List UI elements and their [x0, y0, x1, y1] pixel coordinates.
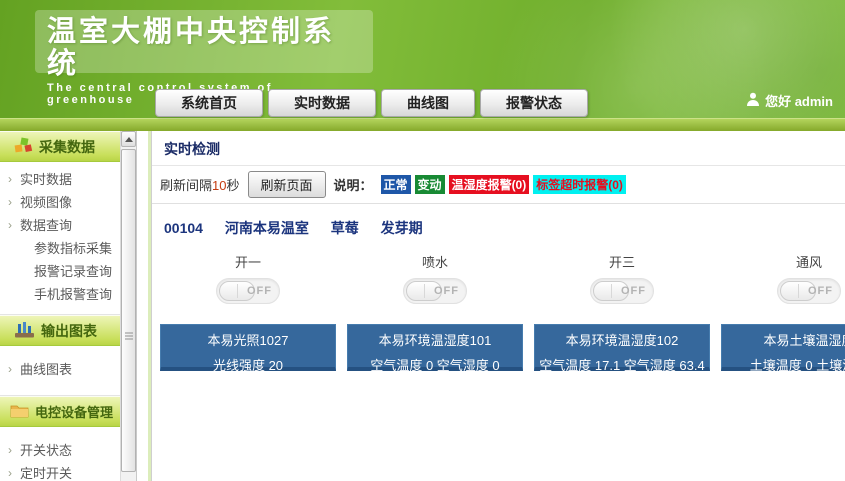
switch-label: 通风 — [796, 252, 822, 271]
sidebar-header-collect-data[interactable]: 采集数据 — [0, 131, 120, 162]
greenhouse-stage: 发芽期 — [381, 220, 423, 236]
header-divider-bar — [0, 118, 845, 131]
toggle-open-1[interactable]: OFF — [216, 278, 280, 304]
sidebar-header-label: 电控设备管理 — [35, 402, 113, 421]
content-title-row: 实时检测 — [152, 131, 845, 166]
user-greeting-text: 您好 admin — [765, 91, 833, 110]
scroll-up-button[interactable] — [121, 131, 136, 147]
sidebar-header-device-mgmt[interactable]: 电控设备管理 — [0, 396, 120, 427]
toggle-ventilation[interactable]: OFF — [777, 278, 841, 304]
switch-open-3: 开三 OFF — [534, 252, 710, 304]
tab-realtime-data[interactable]: 实时数据 — [268, 89, 376, 117]
sidebar-item-data-query[interactable]: 数据查询 — [0, 214, 120, 237]
refresh-row: 刷新间隔10秒 刷新页面 说明： 正常 变动 温湿度报警(0) 标签超时报警(0… — [152, 166, 845, 204]
page-title: 实时检测 — [164, 141, 220, 157]
cubes-icon — [14, 137, 33, 157]
sensor-values: 土壤温度 0 土壤湿度 — [722, 355, 845, 374]
sidebar-section-output-charts: 输出图表 曲线图表 — [0, 314, 120, 395]
user-icon — [746, 92, 760, 109]
greenhouse-name: 河南本易温室 — [225, 220, 309, 236]
refresh-page-button[interactable]: 刷新页面 — [248, 171, 326, 198]
nav-tabs: 系统首页 实时数据 曲线图 报警状态 — [155, 89, 588, 117]
status-legend: 正常 变动 温湿度报警(0) 标签超时报警(0) — [381, 175, 626, 194]
greenhouse-crop: 草莓 — [331, 220, 359, 236]
user-greeting: 您好 admin — [746, 91, 833, 110]
sidebar-header-label: 采集数据 — [39, 137, 95, 157]
switch-spray-water: 喷水 OFF — [347, 252, 523, 304]
sidebar-item-mobile-alarm-query[interactable]: 手机报警查询 — [0, 283, 120, 306]
app-title-box: 温室大棚中央控制系统 The central control system of… — [35, 10, 373, 73]
legend-chip-normal: 正常 — [381, 175, 411, 194]
toggle-state-label: OFF — [621, 285, 646, 297]
sidebar-scrollbar[interactable] — [120, 131, 137, 481]
sidebar-item-realtime-data[interactable]: 实时数据 — [0, 168, 120, 191]
sidebar-section-collect-data: 采集数据 实时数据 视频图像 数据查询 参数指标采集 报警记录查询 手机报警查询 — [0, 131, 120, 314]
tab-system-home[interactable]: 系统首页 — [155, 89, 263, 117]
sensor-values: 空气温度 17.1 空气湿度 63.4 — [535, 355, 709, 374]
tab-curve-chart[interactable]: 曲线图 — [381, 89, 475, 117]
sidebar-item-switch-status[interactable]: 开关状态 — [0, 439, 120, 462]
legend-chip-change: 变动 — [415, 175, 445, 194]
toggle-open-3[interactable]: OFF — [590, 278, 654, 304]
refresh-interval-value: 10 — [212, 178, 226, 193]
switch-ventilation: 通风 OFF — [721, 252, 845, 304]
toggle-spray-water[interactable]: OFF — [403, 278, 467, 304]
refresh-interval-text: 刷新间隔10秒 — [160, 175, 240, 194]
sidebar-section-device-mgmt: 电控设备管理 开关状态 定时开关 — [0, 395, 120, 481]
sensor-panel-row: 本易光照1027 光线强度 20 本易环境温湿度101 空气温度 0 空气湿度 … — [152, 324, 845, 371]
toggle-state-label: OFF — [247, 285, 272, 297]
toggle-state-label: OFF — [434, 285, 459, 297]
sensor-title: 本易环境温湿度101 — [348, 330, 522, 349]
switch-label: 开三 — [609, 252, 635, 271]
toggle-state-label: OFF — [808, 285, 833, 297]
sensor-panel-env-101: 本易环境温湿度101 空气温度 0 空气湿度 0 — [347, 324, 523, 371]
switch-label: 喷水 — [422, 252, 448, 271]
switch-row: 开一 OFF 喷水 OFF 开三 — [152, 252, 845, 304]
sensor-values: 光线强度 20 — [161, 355, 335, 374]
sensor-values: 空气温度 0 空气湿度 0 — [348, 355, 522, 374]
sidebar-item-video-image[interactable]: 视频图像 — [0, 191, 120, 214]
main-content: 实时检测 刷新间隔10秒 刷新页面 说明： 正常 变动 温湿度报警(0) 标签超… — [148, 131, 845, 481]
chart-tray-icon — [14, 321, 35, 341]
scrollbar-grip-icon — [125, 331, 133, 342]
sensor-panel-env-102: 本易环境温湿度102 空气温度 17.1 空气湿度 63.4 — [534, 324, 710, 371]
sensor-title: 本易环境温湿度102 — [535, 330, 709, 349]
sensor-panel-soil: 本易土壤温湿度 土壤温度 0 土壤湿度 — [721, 324, 845, 371]
sidebar-item-timed-switch[interactable]: 定时开关 — [0, 462, 120, 481]
greenhouse-info-row: 00104 河南本易温室 草莓 发芽期 — [152, 204, 845, 244]
sidebar-item-curve-charts[interactable]: 曲线图表 — [0, 358, 120, 381]
folder-icon — [10, 403, 29, 421]
switch-open-1: 开一 OFF — [160, 252, 336, 304]
legend-label: 说明： — [334, 175, 373, 194]
switch-label: 开一 — [235, 252, 261, 271]
sidebar-item-param-collect[interactable]: 参数指标采集 — [0, 237, 120, 260]
sensor-title: 本易土壤温湿度 — [722, 330, 845, 349]
scrollbar-thumb[interactable] — [121, 149, 136, 472]
sensor-title: 本易光照1027 — [161, 330, 335, 349]
sidebar-item-alarm-record-query[interactable]: 报警记录查询 — [0, 260, 120, 283]
legend-chip-temp-humidity-alarm: 温湿度报警(0) — [449, 175, 530, 194]
sensor-panel-light: 本易光照1027 光线强度 20 — [160, 324, 336, 371]
legend-chip-tag-timeout-alarm: 标签超时报警(0) — [533, 175, 626, 194]
sidebar-header-output-charts[interactable]: 输出图表 — [0, 315, 120, 346]
app-header: 温室大棚中央控制系统 The central control system of… — [0, 0, 845, 118]
sidebar: 采集数据 实时数据 视频图像 数据查询 参数指标采集 报警记录查询 手机报警查询 — [0, 131, 120, 481]
greenhouse-code: 00104 — [164, 220, 203, 236]
tab-alarm-status[interactable]: 报警状态 — [480, 89, 588, 117]
sidebar-header-label: 输出图表 — [41, 321, 97, 341]
app-title: 温室大棚中央控制系统 — [47, 16, 363, 80]
